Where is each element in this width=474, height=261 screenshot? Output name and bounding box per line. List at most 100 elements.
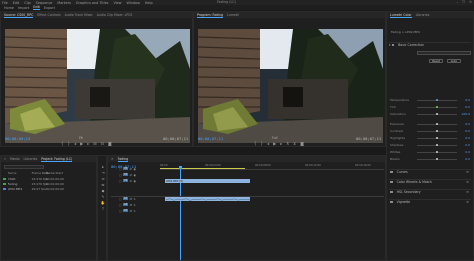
playhead-handle[interactable]	[178, 166, 183, 169]
slider-value[interactable]: 0.0	[460, 129, 470, 133]
mark-in-icon[interactable]: {	[254, 141, 257, 146]
sync-icon[interactable]: ⇄	[130, 179, 132, 183]
slider-value[interactable]: 0.0	[460, 122, 470, 126]
lock-icon[interactable]: ▢	[119, 197, 122, 201]
slider-whites[interactable]: Whites 0.0	[390, 150, 470, 154]
slider-track[interactable]	[417, 122, 457, 126]
lift-icon[interactable]: ⊼	[286, 141, 289, 146]
eye-icon[interactable]: ◉	[134, 173, 136, 177]
fx-enable-checkbox[interactable]	[390, 170, 393, 174]
hand-tool-icon[interactable]: ✋	[100, 200, 106, 205]
fx-enable-checkbox[interactable]	[390, 200, 393, 204]
program-video-frame[interactable]	[198, 29, 383, 143]
project-item[interactable]: CS00 23.976 fps 00;00;00;00	[3, 177, 94, 181]
workspace-home[interactable]: Home	[4, 6, 14, 10]
track-v1[interactable]: ▢ V1 ⇄ ◉	[119, 178, 136, 183]
menu-edit[interactable]: Edit	[13, 1, 20, 5]
section-curves[interactable]: Curves ≡	[389, 169, 471, 174]
track-a1[interactable]: ▢ A1 M S	[119, 196, 135, 201]
tab-media-browser[interactable]: Media	[10, 157, 20, 161]
project-item[interactable]: Fading 23.976 fps 00;00;00;00	[3, 182, 94, 186]
eye-icon[interactable]: ◉	[134, 179, 136, 183]
source-fit-select[interactable]: Fit	[79, 136, 83, 140]
slider-knob[interactable]	[435, 143, 439, 147]
section-menu-icon[interactable]: ≡	[466, 190, 469, 194]
play-icon[interactable]: ▶	[80, 141, 83, 146]
mute-icon[interactable]: M	[130, 209, 132, 213]
slider-track[interactable]	[417, 157, 457, 161]
slider-knob[interactable]	[435, 98, 439, 102]
camera-icon[interactable]: ◙	[108, 141, 112, 146]
slider-track[interactable]	[417, 105, 457, 109]
column-frame-rate[interactable]: Frame Rate	[32, 171, 49, 175]
lock-icon[interactable]: ▢	[119, 203, 122, 207]
menu-file[interactable]: File	[2, 1, 8, 5]
tab-effect-controls[interactable]: Effect Controls	[37, 13, 60, 17]
insert-icon[interactable]: ⊞	[93, 141, 96, 146]
menu-markers[interactable]: Markers	[57, 1, 71, 5]
track-v2[interactable]: ▢ V2 ⇄ ◉	[119, 172, 136, 177]
slider-track[interactable]	[417, 112, 457, 116]
camera-icon[interactable]: ◙	[300, 141, 304, 146]
slider-knob[interactable]	[435, 122, 439, 126]
type-tool-icon[interactable]: T	[100, 206, 106, 211]
close-sequence-icon[interactable]: ✕	[111, 157, 114, 161]
slider-track[interactable]	[417, 129, 457, 133]
workspace-edit[interactable]: Edit	[33, 5, 40, 10]
slider-track[interactable]	[417, 136, 457, 140]
sync-icon[interactable]: ⇄	[130, 173, 132, 177]
lock-icon[interactable]: ▢	[119, 167, 122, 171]
step-back-icon[interactable]: ◂	[74, 141, 76, 146]
section-menu-icon[interactable]: ≡	[466, 170, 469, 174]
step-forward-icon[interactable]: ▸	[280, 141, 282, 146]
pen-tool-icon[interactable]: ✎	[100, 194, 106, 199]
reset-button[interactable]: Reset	[429, 59, 443, 63]
lock-icon[interactable]: ▢	[119, 209, 122, 213]
slider-knob[interactable]	[435, 150, 439, 154]
solo-icon[interactable]: S	[134, 203, 136, 207]
slider-shadows[interactable]: Shadows 0.0	[390, 143, 470, 147]
menu-sequence[interactable]: Sequence	[36, 1, 53, 5]
work-area-bar[interactable]	[160, 168, 245, 169]
extract-icon[interactable]: ⊻	[293, 141, 296, 146]
slider-value[interactable]: 0.0	[460, 105, 470, 109]
video-clip-lp02[interactable]: LP02.MP4 [V]	[165, 179, 250, 183]
razor-tool-icon[interactable]: ⇋	[100, 182, 106, 187]
lock-icon[interactable]: ▢	[119, 173, 122, 177]
program-fit-select[interactable]: Full	[272, 136, 277, 140]
track-select-tool-icon[interactable]: ⇥	[100, 170, 106, 175]
tab-lumetri-color[interactable]: Lumetri Color	[390, 13, 412, 18]
workspace-export[interactable]: Export	[44, 6, 55, 10]
timeline-ruler[interactable]: 00;00 00;00;04;00 00;00;08;00 00;00;12;0…	[160, 164, 384, 170]
section-menu-icon[interactable]: ≡	[466, 180, 469, 184]
step-forward-icon[interactable]: ▸	[87, 141, 89, 146]
program-timecode[interactable]: 00;00;07;11	[198, 136, 223, 141]
menu-clip[interactable]: Clip	[24, 1, 30, 5]
source-video-frame[interactable]	[5, 29, 190, 143]
column-media-start[interactable]: Media Start	[46, 171, 63, 175]
slider-value[interactable]: 100.0	[460, 112, 470, 116]
tab-sequence-fading[interactable]: Fading	[117, 157, 129, 162]
column-name[interactable]: Name	[8, 171, 32, 175]
mute-icon[interactable]: M	[130, 197, 132, 201]
tab-libraries[interactable]: Libraries	[416, 13, 430, 17]
section-expand-icon[interactable]: ▾	[389, 43, 391, 47]
menu-window[interactable]: Window	[127, 1, 140, 5]
slider-track[interactable]	[417, 98, 457, 102]
slider-track[interactable]	[417, 143, 457, 147]
slider-knob[interactable]	[435, 136, 439, 140]
tab-program[interactable]: Program: Fading	[197, 13, 223, 18]
eye-icon[interactable]: ◉	[134, 167, 136, 171]
fx-enable-checkbox[interactable]	[391, 43, 395, 47]
slider-knob[interactable]	[435, 129, 439, 133]
slider-exposure[interactable]: Exposure 0.0	[390, 122, 470, 126]
step-back-icon[interactable]: ◂	[267, 141, 269, 146]
slider-knob[interactable]	[435, 157, 439, 161]
slider-saturation[interactable]: Saturation 100.0	[390, 112, 470, 116]
track-v3[interactable]: ▢ V3 ⇄ ◉	[119, 166, 136, 171]
source-timecode[interactable]: 00;00;00;13	[5, 136, 30, 141]
slider-value[interactable]: 0.0	[460, 150, 470, 154]
sync-icon[interactable]: ⇄	[130, 167, 132, 171]
slider-contrast[interactable]: Contrast 0.0	[390, 129, 470, 133]
slider-highlights[interactable]: Highlights 0.0	[390, 136, 470, 140]
